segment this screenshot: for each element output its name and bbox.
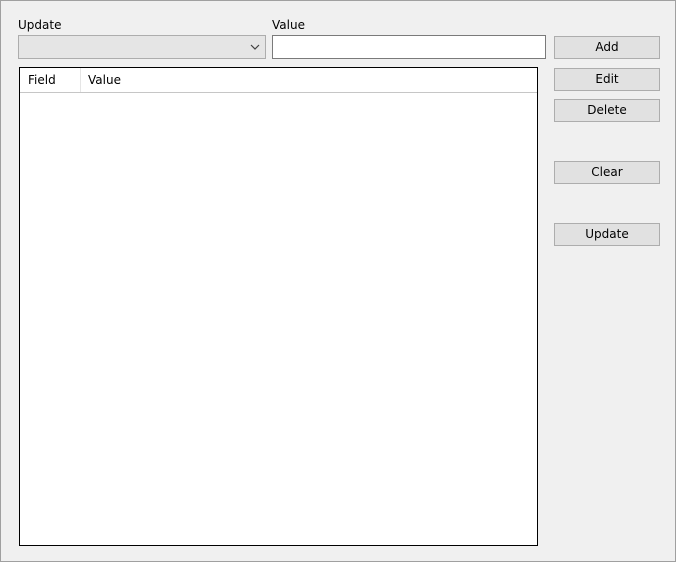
- field-value-listview[interactable]: Field Value: [19, 67, 538, 546]
- listview-header: Field Value: [20, 68, 537, 93]
- listview-body[interactable]: [20, 93, 537, 545]
- delete-button[interactable]: Delete: [554, 99, 660, 122]
- column-header-field[interactable]: Field: [20, 68, 81, 92]
- update-button[interactable]: Update: [554, 223, 660, 246]
- edit-button[interactable]: Edit: [554, 68, 660, 91]
- add-button[interactable]: Add: [554, 36, 660, 59]
- value-input[interactable]: [272, 35, 546, 59]
- column-header-value[interactable]: Value: [81, 68, 537, 92]
- update-label: Update: [18, 18, 62, 32]
- value-label: Value: [272, 18, 305, 32]
- clear-button[interactable]: Clear: [554, 161, 660, 184]
- dialog-window: Update Value Field Value Add Edit Delete…: [0, 0, 676, 562]
- chevron-down-icon[interactable]: [249, 41, 261, 53]
- update-combobox[interactable]: [18, 35, 266, 59]
